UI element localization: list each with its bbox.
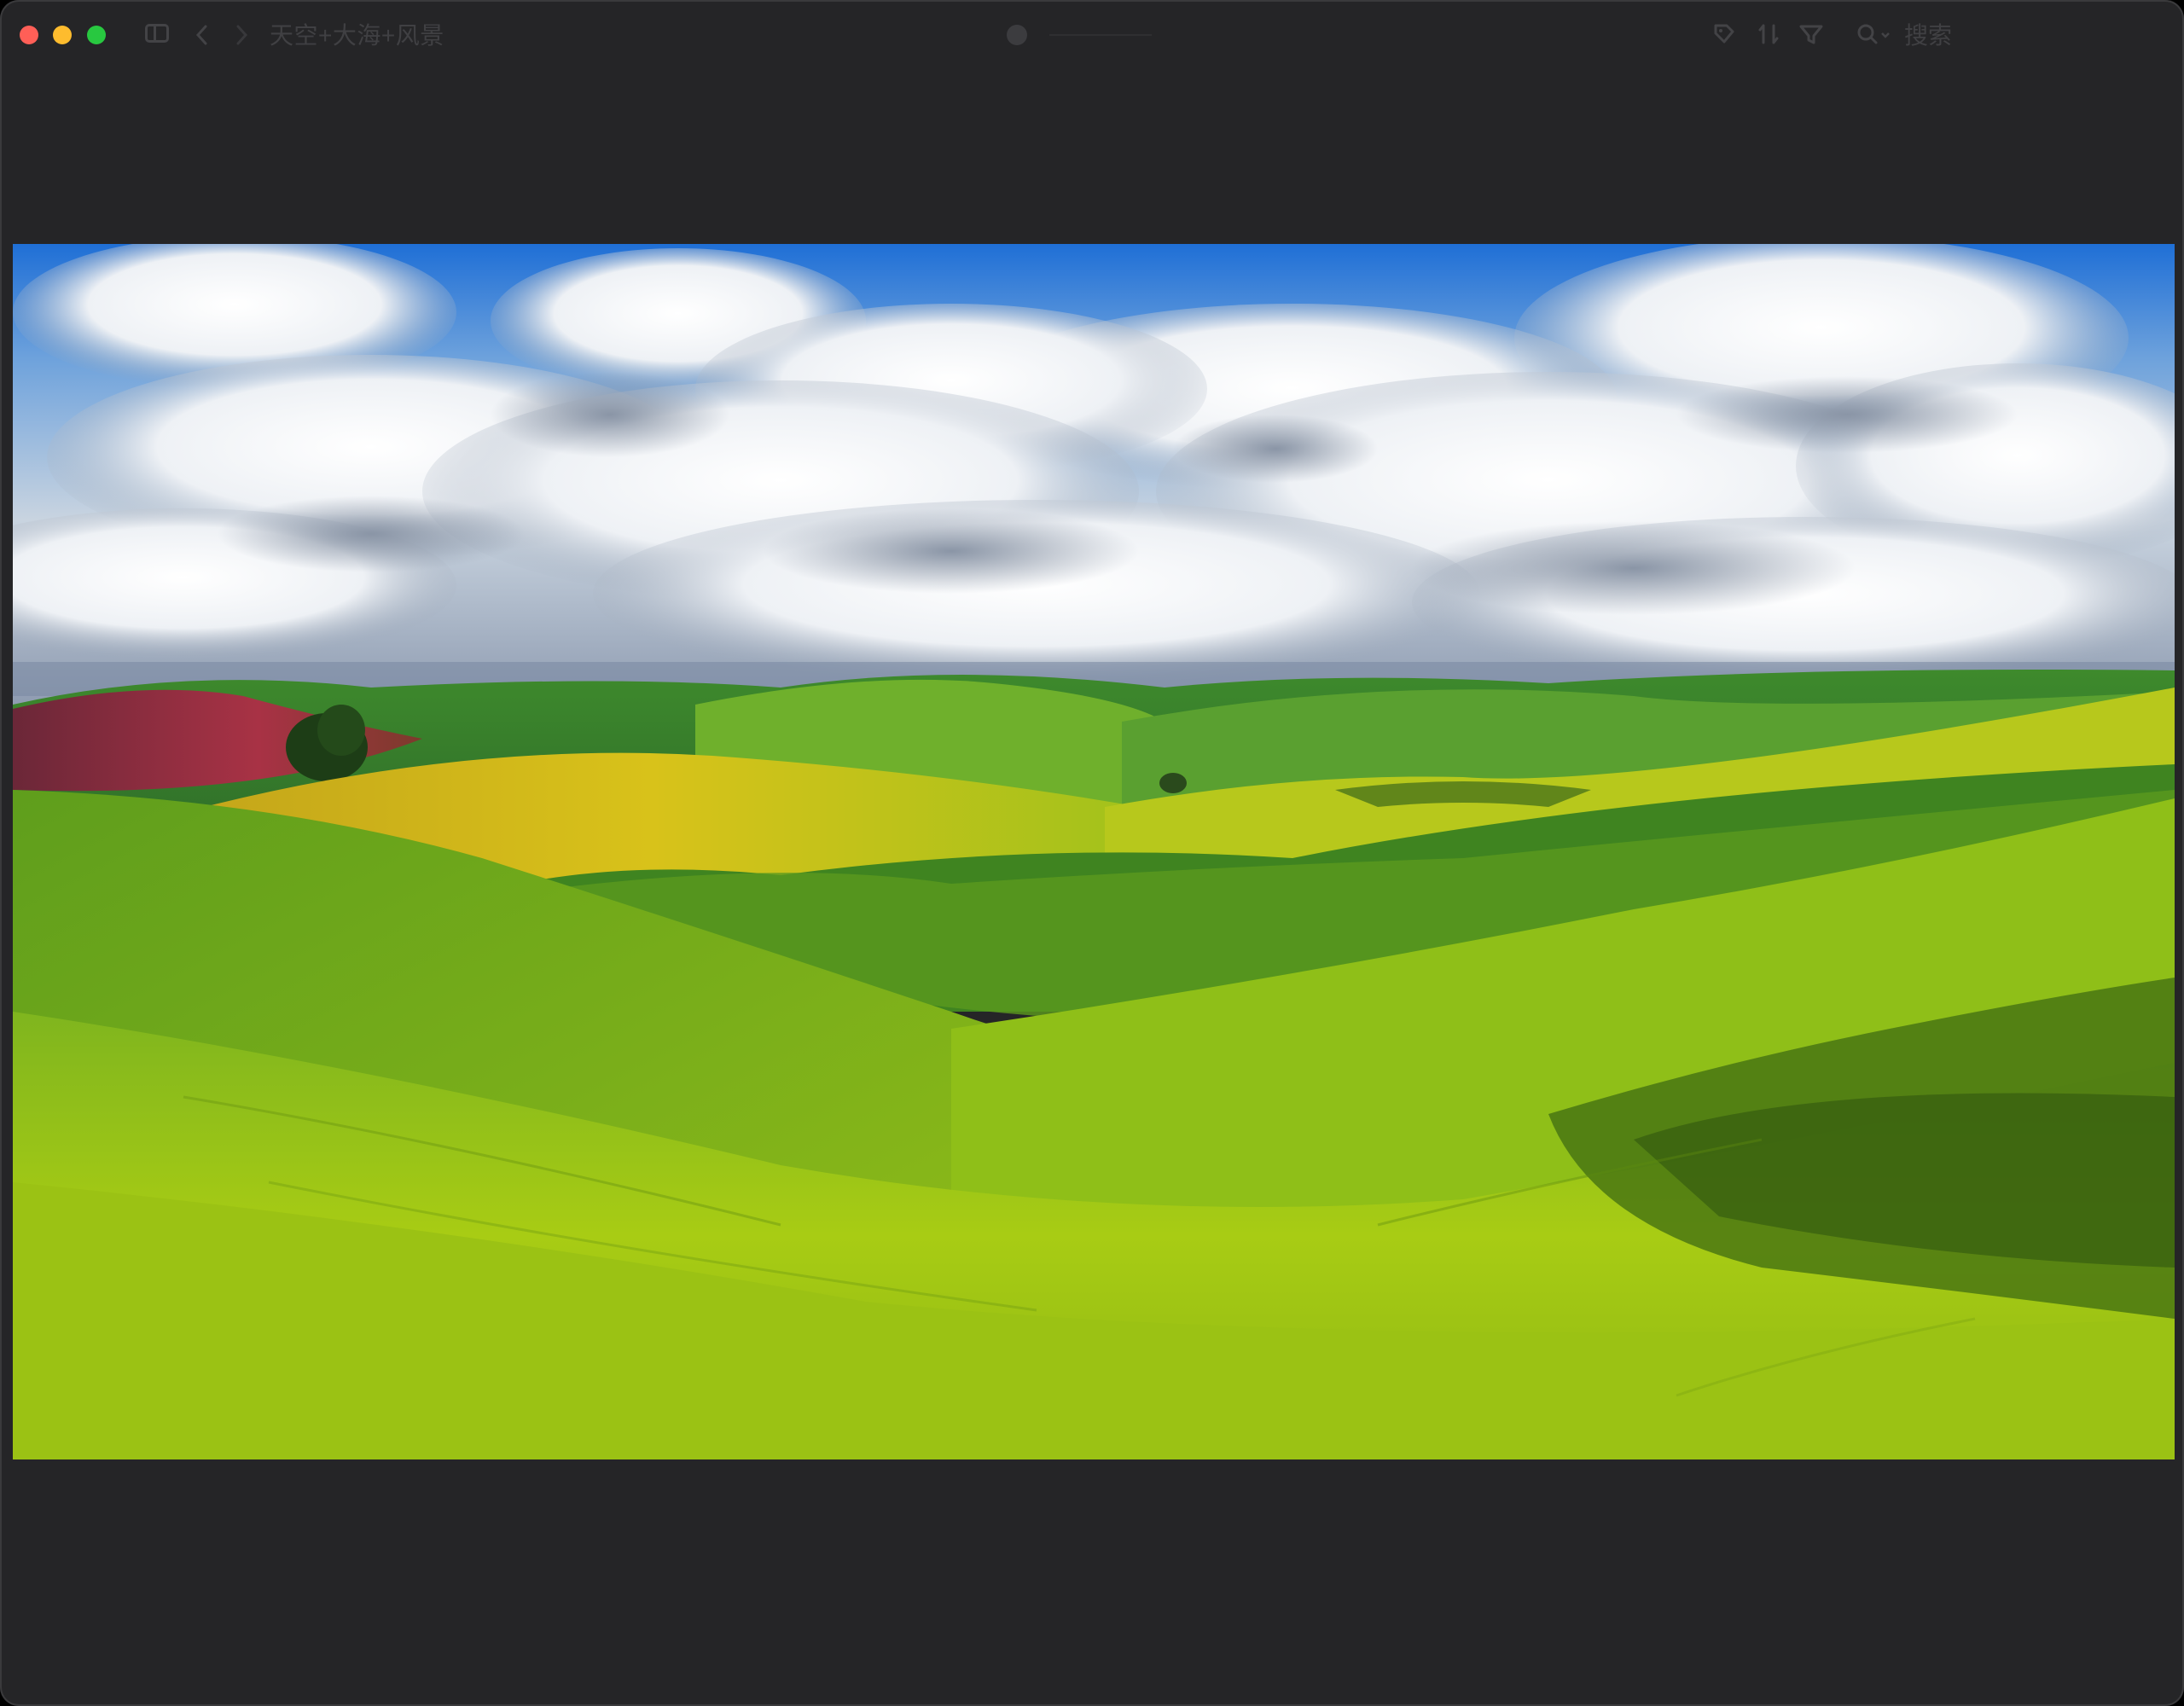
title-divider [1049, 34, 1152, 36]
landscape-image [13, 244, 2175, 1459]
minimize-button[interactable] [53, 26, 72, 44]
search-input[interactable]: 搜索 [1904, 20, 1952, 51]
forward-icon[interactable] [233, 20, 250, 49]
close-button[interactable] [20, 26, 38, 44]
status-dot [1007, 25, 1027, 45]
sidebar-toggle-icon[interactable] [145, 24, 169, 43]
viewer-window: 天空+大海+风景 搜索 [0, 0, 2184, 1706]
filter-icon[interactable] [1798, 19, 1824, 57]
tag-icon[interactable] [1711, 19, 1737, 57]
search-icon[interactable] [1855, 19, 1892, 57]
back-icon[interactable] [194, 20, 211, 49]
landscape-photo [13, 244, 2175, 1459]
window-title: 天空+大海+风景 [270, 22, 444, 49]
sort-icon[interactable] [1756, 19, 1781, 57]
title-bar: 天空+大海+风景 搜索 [0, 0, 2184, 72]
maximize-button[interactable] [87, 26, 106, 44]
